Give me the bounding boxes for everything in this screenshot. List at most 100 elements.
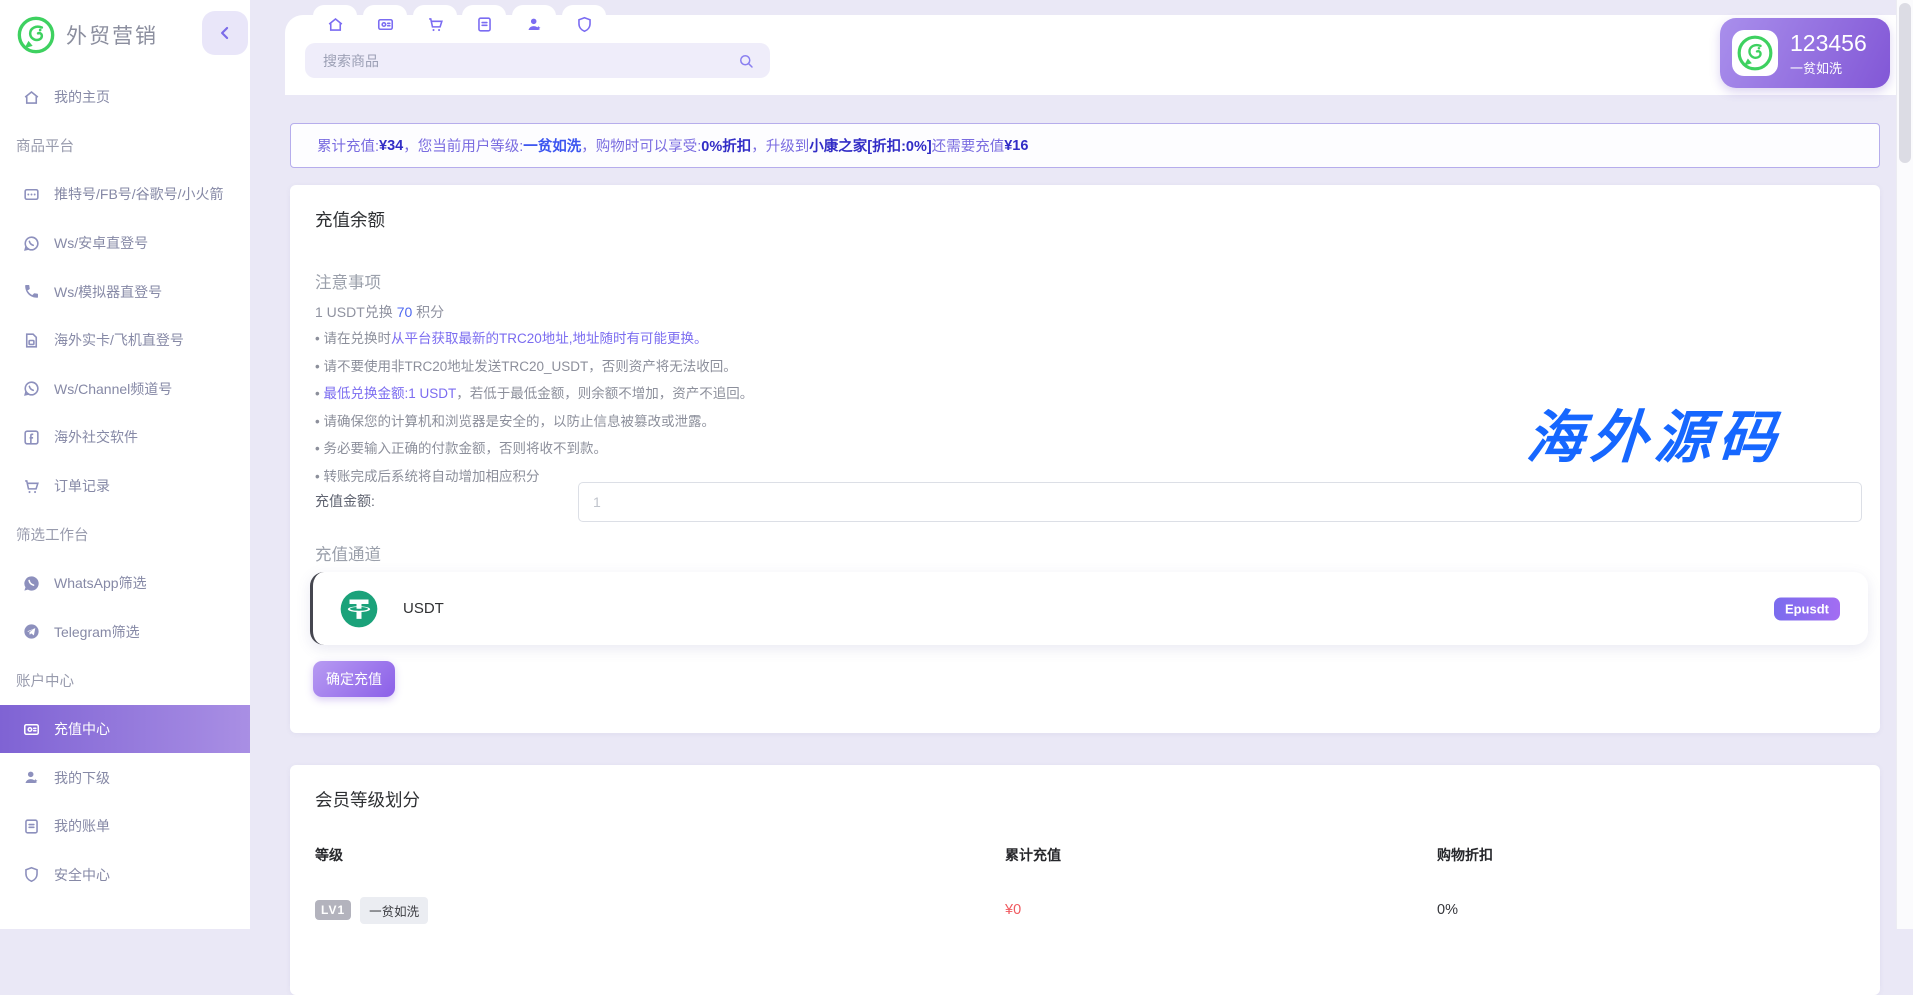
sidebar-item-whatsapp-filter[interactable]: WhatsApp筛选 — [0, 559, 250, 608]
telegram-filled-icon — [22, 622, 41, 641]
notice-text: 还需要充值 — [932, 135, 1005, 156]
notice-total-amount: ¥34 — [379, 138, 403, 154]
membership-title: 会员等级划分 — [315, 787, 420, 812]
phone-icon — [22, 282, 41, 301]
notes-title: 注意事项 — [315, 269, 381, 293]
note-line: • 务必要输入正确的付款金额，否则将收不到款。 — [315, 435, 753, 463]
sidebar-item-label: 我的账单 — [54, 816, 110, 836]
membership-table-header: 等级 累计充值 购物折扣 — [315, 845, 1855, 865]
facebook-icon — [22, 428, 41, 447]
sidebar-item-label: 充值中心 — [54, 719, 110, 739]
sidebar-collapse-button[interactable] — [202, 11, 248, 55]
card-icon — [376, 15, 395, 34]
sidebar-item-recharge-center[interactable]: 充值中心 — [0, 705, 250, 754]
cart-icon — [22, 477, 41, 496]
notice-text: ，升级到 — [751, 135, 809, 156]
header-discount: 购物折扣 — [1437, 845, 1855, 865]
table-row: LV1 一贫如洗 ¥0 0% — [315, 890, 1855, 930]
cart-icon — [426, 15, 445, 34]
sidebar-item-label: 海外实卡/飞机直登号 — [54, 330, 184, 350]
sidebar-section-label: 账户中心 — [16, 670, 74, 691]
amount-label: 充值金额: — [315, 491, 375, 511]
tab-bills[interactable] — [462, 5, 506, 43]
notice-need-amount: ¥16 — [1004, 138, 1028, 154]
main-area: 123456 一贫如洗 累计充值: ¥34，您当前用户等级: 一贫如洗，购物时可… — [250, 0, 1913, 929]
sidebar-item-subordinates[interactable]: 我的下级 — [0, 753, 250, 802]
sidebar-header: 外贸营销 — [0, 0, 250, 70]
tether-icon — [339, 589, 379, 629]
notice-next-level: 小康之家[折扣:0%] — [809, 135, 931, 156]
note-line: • 请在兑换时从平台获取最新的TRC20地址,地址随时有可能更换。 — [315, 325, 753, 353]
channel-name: USDT — [403, 600, 444, 617]
tab-home[interactable] — [313, 5, 357, 43]
user-star-icon — [525, 15, 544, 34]
note-line: • 最低兑换金额:1 USDT，若低于最低金额，则余额不增加，资产不追回。 — [315, 380, 753, 408]
whatsapp-icon — [22, 379, 41, 398]
tab-subordinates[interactable] — [512, 5, 556, 43]
product-search — [305, 43, 770, 78]
sidebar-section-account: 账户中心 — [0, 656, 250, 705]
sidebar-item-security-center[interactable]: 安全中心 — [0, 851, 250, 900]
recharge-title: 充值余额 — [315, 207, 385, 232]
user-star-icon — [22, 768, 41, 787]
sidebar-item-telegram-filter[interactable]: Telegram筛选 — [0, 608, 250, 657]
scrollbar-thumb[interactable] — [1899, 3, 1911, 163]
confirm-recharge-button[interactable]: 确定充值 — [313, 661, 395, 697]
recharge-card-icon — [22, 720, 41, 739]
level-name: 一贫如洗 — [360, 897, 428, 924]
sidebar-item-label: WhatsApp筛选 — [54, 573, 147, 593]
shield-icon — [575, 15, 594, 34]
note-line: • 请不要使用非TRC20地址发送TRC20_USDT，否则资产将无法收回。 — [315, 353, 753, 381]
notice-current-level: 一贫如洗 — [523, 135, 581, 156]
sidebar-item-label: 订单记录 — [54, 476, 110, 496]
sidebar-item-label: Ws/模拟器直登号 — [54, 282, 162, 302]
channel-gateway-badge: Epusdt — [1774, 597, 1840, 620]
sidebar-nav: 我的主页 商品平台 推特号/FB号/谷歌号/小火箭 Ws/安卓直登号 Ws/模拟… — [0, 73, 250, 899]
level-badge: LV1 — [315, 900, 351, 920]
amount-input[interactable] — [578, 482, 1862, 522]
membership-card: 会员等级划分 等级 累计充值 购物折扣 LV1 一贫如洗 ¥0 0% — [290, 765, 1880, 995]
app-logo-icon — [16, 15, 56, 55]
row-total-recharge: ¥0 — [1005, 902, 1437, 918]
sidebar-item-label: 海外社交软件 — [54, 427, 138, 447]
search-icon[interactable] — [737, 52, 755, 70]
app-title: 外贸营销 — [66, 20, 158, 50]
home-icon — [22, 88, 41, 107]
sidebar-item-social-accounts[interactable]: 推特号/FB号/谷歌号/小火箭 — [0, 170, 250, 219]
whatsapp-icon — [22, 234, 41, 253]
channel-usdt[interactable]: USDT Epusdt — [310, 572, 1868, 645]
sidebar-item-label: Telegram筛选 — [54, 622, 140, 642]
notes-list: • 请在兑换时从平台获取最新的TRC20地址,地址随时有可能更换。 • 请不要使… — [315, 325, 753, 490]
search-input[interactable] — [305, 53, 737, 69]
sidebar-item-orders[interactable]: 订单记录 — [0, 462, 250, 511]
sidebar-item-label: 我的主页 — [54, 87, 110, 107]
tab-recharge[interactable] — [363, 5, 407, 43]
sidebar-item-overseas-sim[interactable]: 海外实卡/飞机直登号 — [0, 316, 250, 365]
avatar — [1732, 30, 1778, 76]
sidebar-item-ws-channel[interactable]: Ws/Channel频道号 — [0, 365, 250, 414]
sim-card-icon — [22, 331, 41, 350]
sidebar-item-ws-emulator[interactable]: Ws/模拟器直登号 — [0, 267, 250, 316]
whatsapp-filled-icon — [22, 574, 41, 593]
notice-discount: 0%折扣 — [701, 135, 751, 156]
notice-text: ，购物时可以享受: — [581, 135, 701, 156]
sidebar-item-bills[interactable]: 我的账单 — [0, 802, 250, 851]
tab-cart[interactable] — [413, 5, 457, 43]
chat-icon — [22, 185, 41, 204]
page-scrollbar[interactable] — [1896, 0, 1913, 929]
sidebar-item-ws-android[interactable]: Ws/安卓直登号 — [0, 219, 250, 268]
exchange-rate: 1 USDT兑换 70 积分 — [315, 302, 444, 322]
sidebar-section-label: 商品平台 — [16, 135, 74, 156]
user-badge[interactable]: 123456 一贫如洗 — [1720, 18, 1890, 88]
header-level: 等级 — [315, 845, 1005, 865]
sidebar-item-label: 安全中心 — [54, 865, 110, 885]
sidebar-section-products: 商品平台 — [0, 122, 250, 171]
home-icon — [326, 15, 345, 34]
sidebar-item-home[interactable]: 我的主页 — [0, 73, 250, 122]
user-level: 一贫如洗 — [1790, 58, 1867, 77]
sidebar-item-overseas-social[interactable]: 海外社交软件 — [0, 413, 250, 462]
notice-text: 累计充值: — [317, 135, 379, 156]
channel-title: 充值通道 — [315, 541, 381, 565]
sidebar-item-label: Ws/安卓直登号 — [54, 233, 148, 253]
tab-security[interactable] — [562, 5, 606, 43]
